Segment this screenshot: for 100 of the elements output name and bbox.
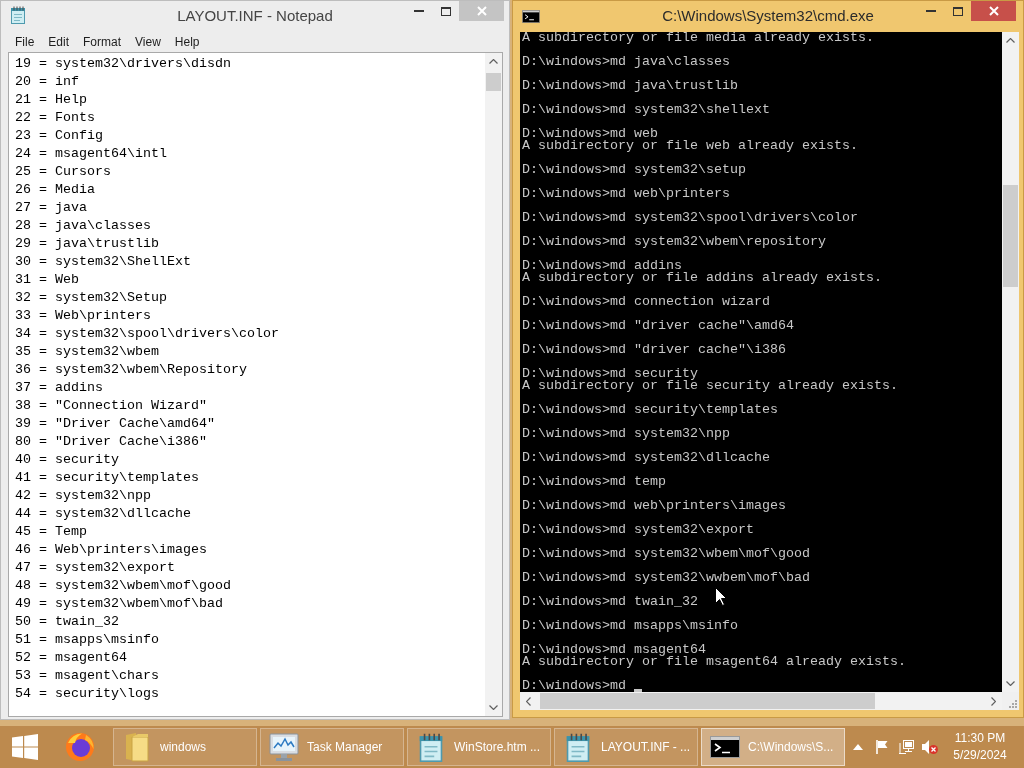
text-line: 21 = Help [15, 91, 87, 109]
notepad-icon [565, 732, 591, 762]
windows-logo-icon [12, 734, 38, 760]
scrollbar-thumb[interactable] [540, 693, 875, 709]
scrollbar-thumb[interactable] [486, 73, 501, 91]
browser-icon [65, 732, 95, 762]
taskbar-button[interactable]: Task Manager [260, 728, 404, 766]
text-line: 30 = system32\ShellExt [15, 253, 191, 271]
console-line: D:\windows>md system32\export [522, 524, 754, 536]
text-line: 42 = system32\npp [15, 487, 151, 505]
console-line: D:\windows>md java\trustlib [522, 80, 738, 92]
close-button[interactable] [971, 1, 1016, 21]
menu-item[interactable]: Format [76, 32, 129, 51]
console-line: D:\windows>md web\printers [522, 188, 730, 200]
close-icon [476, 6, 487, 16]
text-line: 45 = Temp [15, 523, 87, 541]
console-line: A subdirectory or file web already exists. [522, 140, 858, 152]
window-title: LAYOUT.INF - Notepad [177, 6, 333, 26]
text-line: 25 = Cursors [15, 163, 111, 181]
close-icon [988, 6, 999, 16]
text-line: 44 = system32\dllcache [15, 505, 191, 523]
text-line: 33 = Web\printers [15, 307, 151, 325]
taskbar-button[interactable]: WinStore.htm ... [407, 728, 551, 766]
mouse-pointer-icon [715, 587, 727, 606]
notepad-icon [10, 6, 26, 24]
text-line: 26 = Media [15, 181, 95, 199]
vertical-scrollbar[interactable] [1002, 32, 1019, 692]
console-line: D:\windows>md "driver cache"\amd64 [522, 320, 794, 332]
scrollbar-thumb[interactable] [1003, 185, 1018, 287]
text-line: 37 = addins [15, 379, 103, 397]
console-line: D:\windows>md system32\wwbem\mof\bad [522, 572, 810, 584]
text-line: 40 = security [15, 451, 119, 469]
text-line: 47 = system32\export [15, 559, 175, 577]
console-line: A subdirectory or file msagent64 already exists. [522, 656, 906, 668]
caret-up-icon[interactable] [853, 744, 863, 750]
console-line: D:\windows>md system32\wbem\mof\good [522, 548, 810, 560]
network-icon[interactable] [898, 740, 914, 754]
horizontal-scrollbar[interactable] [520, 692, 1002, 710]
minimize-icon [925, 10, 936, 12]
maximize-icon [440, 6, 451, 16]
console-icon [522, 10, 540, 23]
menu-item[interactable]: View [128, 32, 168, 51]
text-line: 49 = system32\wbem\mof\bad [15, 595, 223, 613]
menu-item[interactable]: File [8, 32, 42, 51]
text-line: 28 = java\classes [15, 217, 151, 235]
console-line: A subdirectory or file addins already exists. [522, 272, 882, 284]
maximize-icon [952, 6, 963, 16]
notepad-icon [418, 732, 444, 762]
text-line: 34 = system32\spool\drivers\color [15, 325, 279, 343]
menu-item[interactable]: Help [167, 32, 207, 51]
text-line: 54 = security\logs [15, 685, 159, 703]
text-line: 19 = system32\drivers\disdn [15, 55, 231, 73]
console-line: A subdirectory or file security already exists. [522, 380, 898, 392]
console-line: D:\windows>md system32\setup [522, 164, 746, 176]
text-line: 52 = msagent64 [15, 649, 127, 667]
text-line: 38 = "Connection Wizard" [15, 397, 207, 415]
chevron-up-icon [489, 59, 498, 64]
text-line: 24 = msagent64\intl [15, 145, 167, 163]
console-line: D:\windows>md addins [522, 260, 682, 272]
console-line: D:\windows>md security\templates [522, 404, 778, 416]
minimize-icon [413, 10, 424, 12]
console-line: D:\windows>md connection wizard [522, 296, 770, 308]
text-line: 53 = msagent\chars [15, 667, 159, 685]
taskbar-button[interactable]: C:\Windows\S... [701, 728, 845, 766]
text-line: 80 = "Driver Cache\i386" [15, 433, 207, 451]
monitor-chart-icon [269, 733, 299, 761]
text-line: 29 = java\trustlib [15, 235, 159, 253]
text-line: 32 = system32\Setup [15, 289, 167, 307]
console-line: A subdirectory or file media already exists. [522, 32, 874, 44]
console-line: D:\windows>md security [522, 368, 698, 380]
menu-item[interactable]: Edit [41, 32, 77, 51]
console-line: D:\windows>md system32\shellext [522, 104, 770, 116]
chevron-up-icon [1006, 38, 1015, 43]
chevron-down-icon [489, 705, 498, 710]
text-line: 20 = inf [15, 73, 79, 91]
flag-icon[interactable] [876, 740, 888, 754]
console-line: D:\windows>md "driver cache"\i386 [522, 344, 786, 356]
text-line: 31 = Web [15, 271, 79, 289]
window-title: C:\Windows\System32\cmd.exe [662, 6, 874, 26]
taskbar-button[interactable]: windows [113, 728, 257, 766]
chevron-left-icon [526, 696, 531, 706]
console-line: D:\windows>md temp [522, 476, 666, 488]
console-line: D:\windows>md msagent64 [522, 644, 706, 656]
text-line: 36 = system32\wbem\Repository [15, 361, 247, 379]
console-line: D:\windows>md system32\spool\drivers\color [522, 212, 858, 224]
console-line: D:\windows>md twain_32 [522, 596, 698, 608]
console-line: D:\windows>md java\classes [522, 56, 730, 68]
vertical-scrollbar[interactable] [485, 53, 502, 716]
console-line: D:\windows>md system32\npp [522, 428, 730, 440]
text-line: 35 = system32\wbem [15, 343, 159, 361]
text-line: 22 = Fonts [15, 109, 95, 127]
taskbar-button[interactable]: LAYOUT.INF - ... [554, 728, 698, 766]
speaker-muted-icon[interactable] [922, 740, 938, 754]
text-line: 46 = Web\printers\images [15, 541, 207, 559]
text-line: 41 = security\templates [15, 469, 199, 487]
console-line: D:\windows>md msapps\msinfo [522, 620, 738, 632]
text-line: 51 = msapps\msinfo [15, 631, 159, 649]
console-line: D:\windows>md web\printers\images [522, 500, 786, 512]
clock[interactable]: 11:30 PM 5/29/2024 [942, 730, 1018, 764]
console-line: D:\windows>md [522, 680, 626, 692]
